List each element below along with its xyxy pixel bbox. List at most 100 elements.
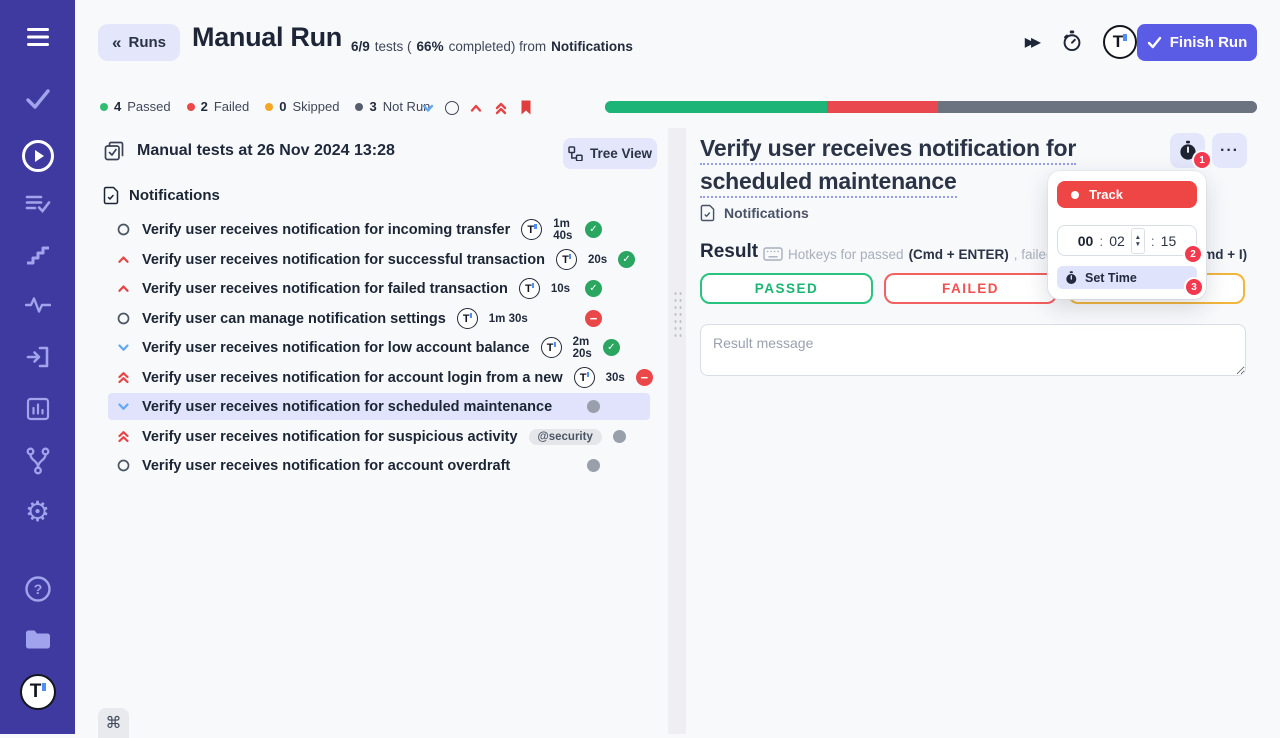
- main-area: « Runs Manual Run 6/9 tests ( 66% comple…: [75, 0, 1280, 738]
- filter-priority-high-icon[interactable]: [468, 100, 484, 116]
- status-summary: 4 Passed 2 Failed 0 Skipped 3 Not Run: [100, 99, 430, 114]
- test-title: Verify user receives notification for ac…: [142, 369, 563, 386]
- test-row[interactable]: Verify user receives notification for in…: [108, 216, 650, 243]
- test-row[interactable]: Verify user receives notification for ac…: [108, 452, 650, 479]
- failed-button[interactable]: FAILED: [884, 273, 1057, 304]
- priority-low-icon: [115, 340, 131, 355]
- list-check-icon[interactable]: [0, 192, 75, 216]
- breadcrumb[interactable]: Notifications: [700, 204, 809, 222]
- chevron-left-icon: «: [112, 32, 122, 52]
- spin-up-icon[interactable]: ▲: [1135, 234, 1141, 241]
- test-row[interactable]: Verify user receives notification for ac…: [108, 364, 653, 391]
- priority-filters: [420, 99, 534, 116]
- set-time-button[interactable]: Set Time 3: [1057, 266, 1202, 295]
- more-icon: ···: [1220, 141, 1239, 159]
- timer-popup: Track 00 : 02 ▲ ▼ : 15 2 Set Time 3: [1048, 171, 1206, 299]
- status-failed-icon: −: [635, 369, 653, 386]
- notrun-dot-icon: [355, 102, 364, 111]
- suite-folder-name: Notifications: [129, 187, 220, 204]
- help-icon[interactable]: ?: [0, 575, 75, 603]
- status-notrun-icon: [612, 430, 626, 443]
- step-badge-2: 2: [1185, 246, 1201, 262]
- play-circle-icon[interactable]: [0, 139, 75, 173]
- run-subtitle: 6/9 tests ( 66% completed) from Notifica…: [351, 39, 633, 54]
- set-time-icon: [1066, 270, 1077, 284]
- result-heading: Result: [700, 241, 759, 262]
- more-options-button[interactable]: ···: [1212, 133, 1247, 168]
- activity-icon[interactable]: [0, 294, 75, 316]
- folder-icon[interactable]: [0, 626, 75, 652]
- divider-drag-handle[interactable]: [672, 290, 682, 338]
- test-title: Verify user receives notification for fa…: [142, 280, 508, 297]
- tree-icon: [568, 146, 583, 161]
- panel-divider: [668, 128, 686, 734]
- minutes-stepper[interactable]: ▲ ▼: [1130, 227, 1145, 254]
- settings-gear-icon[interactable]: ⚙: [0, 498, 75, 526]
- test-row[interactable]: Verify user receives notification for su…: [108, 423, 650, 450]
- minutes-value[interactable]: 02: [1109, 233, 1125, 249]
- test-row[interactable]: Verify user receives notification for fa…: [108, 275, 650, 302]
- time-input[interactable]: 00 : 02 ▲ ▼ : 15 2: [1057, 225, 1201, 262]
- back-label: Runs: [128, 34, 166, 51]
- step-badge-1: 1: [1194, 152, 1210, 168]
- keyboard-icon: [763, 247, 783, 261]
- check-icon[interactable]: [0, 88, 75, 110]
- test-title: Verify user receives notification for su…: [142, 428, 518, 445]
- suite-folder-row[interactable]: Notifications: [103, 186, 220, 205]
- test-title: Verify user receives notification for in…: [142, 221, 511, 238]
- status-passed-icon: ✓: [602, 339, 620, 356]
- hours-value[interactable]: 00: [1078, 233, 1094, 249]
- steps-icon[interactable]: [0, 243, 75, 267]
- passed-button[interactable]: PASSED: [700, 273, 873, 304]
- run-title: Manual tests at 26 Nov 2024 13:28: [137, 142, 395, 159]
- timer-retry-icon[interactable]: [1061, 29, 1083, 56]
- filter-priority-normal-icon[interactable]: [445, 100, 459, 115]
- status-failed-icon: −: [585, 310, 602, 327]
- fast-forward-icon[interactable]: ▶▶: [1025, 34, 1041, 49]
- priority-normal-icon: [115, 458, 131, 473]
- finish-run-button[interactable]: Finish Run: [1137, 24, 1257, 61]
- filter-bookmark-icon[interactable]: [518, 99, 534, 116]
- test-tag: @security: [528, 428, 602, 445]
- menu-icon[interactable]: [0, 25, 75, 49]
- svg-text:?: ?: [33, 581, 42, 597]
- progress-failed: [826, 101, 938, 113]
- summary-skipped: 0 Skipped: [265, 99, 339, 114]
- spin-down-icon[interactable]: ▼: [1135, 241, 1141, 248]
- status-passed-icon: ✓: [585, 221, 602, 238]
- test-row-selected[interactable]: Verify user receives notification for sc…: [108, 393, 650, 420]
- filter-priority-critical-icon[interactable]: [493, 100, 509, 116]
- seconds-value[interactable]: 15: [1161, 233, 1177, 249]
- status-passed-icon: ✓: [585, 280, 602, 297]
- test-title: Verify user receives notification for lo…: [142, 339, 530, 356]
- document-icon: [103, 186, 119, 205]
- progress-passed: [605, 101, 827, 113]
- check-icon: [1147, 36, 1161, 49]
- branches-icon[interactable]: [0, 446, 75, 476]
- test-title: Verify user receives notification for ac…: [142, 457, 511, 474]
- track-button[interactable]: Track: [1057, 181, 1197, 208]
- tests-fraction: 6/9: [351, 39, 370, 54]
- bar-chart-icon[interactable]: [0, 396, 75, 422]
- back-to-runs-button[interactable]: « Runs: [98, 24, 180, 61]
- priority-critical-icon: [115, 370, 131, 385]
- test-duration: 2m 20s: [572, 335, 592, 360]
- result-message-input[interactable]: [700, 324, 1246, 376]
- tree-view-button[interactable]: Tree View: [563, 138, 657, 169]
- status-notrun-icon: [587, 400, 600, 413]
- run-title-row: Manual tests at 26 Nov 2024 13:28: [103, 140, 395, 162]
- test-duration: 10s: [550, 282, 571, 295]
- filter-priority-low-icon[interactable]: [420, 100, 436, 116]
- test-row[interactable]: Verify user can manage notification sett…: [108, 305, 650, 332]
- test-title: Verify user receives notification for sc…: [142, 398, 553, 415]
- sidebar: ⚙ ? T: [0, 0, 75, 734]
- summary-passed: 4 Passed: [100, 99, 171, 114]
- status-passed-icon: ✓: [618, 251, 636, 268]
- testomat-badge-icon: T: [573, 367, 595, 388]
- priority-low-icon: [115, 399, 131, 414]
- test-row[interactable]: Verify user receives notification for su…: [108, 246, 650, 273]
- skipped-dot-icon: [265, 102, 274, 111]
- record-dot-icon: [1071, 190, 1079, 199]
- login-icon[interactable]: [0, 344, 75, 370]
- test-row[interactable]: Verify user receives notification for lo…: [108, 334, 650, 361]
